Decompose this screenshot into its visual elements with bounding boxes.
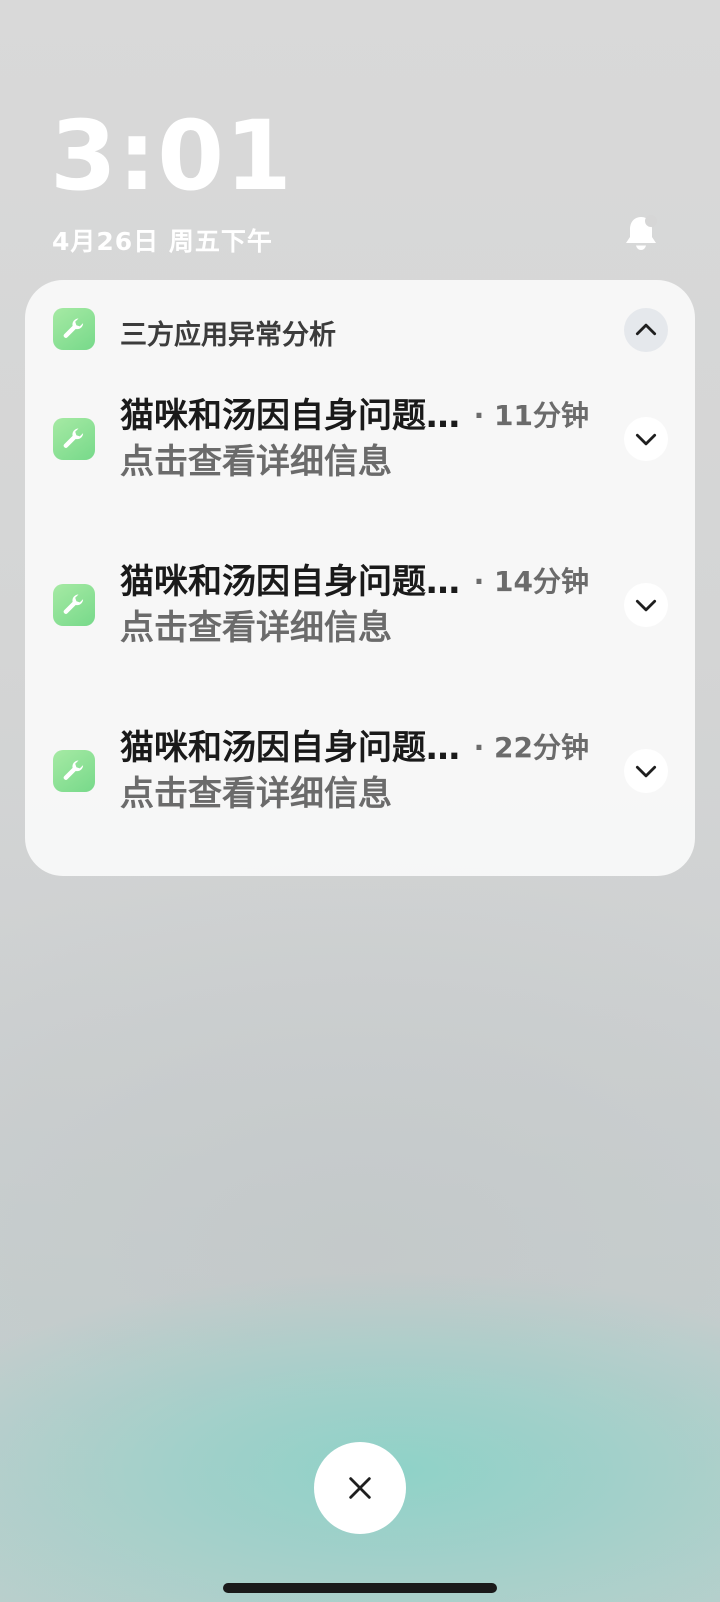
bell-icon[interactable] <box>620 212 662 254</box>
notification-title: 猫咪和汤因自身问题停止运行 <box>120 562 460 602</box>
notification-body: 点击查看详细信息 <box>120 608 392 648</box>
notification-time: · 11分钟 <box>473 399 589 432</box>
lockscreen-date: 4月26日 周五下午 <box>52 227 273 256</box>
notification-group-card[interactable]: 三方应用异常分析 猫咪和汤因自身问题停止运行 · 11分钟 点击查看详细信息 猫… <box>25 280 695 876</box>
close-icon <box>349 1477 371 1499</box>
notification-title: 猫咪和汤因自身问题停止运行 <box>120 396 460 436</box>
wrench-icon <box>53 418 95 460</box>
notification-body: 点击查看详细信息 <box>120 442 392 482</box>
home-indicator[interactable] <box>223 1583 497 1593</box>
chevron-down-icon <box>635 765 657 778</box>
notification-time: · 22分钟 <box>473 731 589 764</box>
expand-notification-button[interactable] <box>624 583 668 627</box>
wrench-icon <box>53 584 95 626</box>
expand-notification-button[interactable] <box>624 749 668 793</box>
expand-notification-button[interactable] <box>624 417 668 461</box>
chevron-down-icon <box>635 599 657 612</box>
clear-notifications-button[interactable] <box>314 1442 406 1534</box>
group-app-name: 三方应用异常分析 <box>120 320 336 351</box>
wrench-icon <box>53 750 95 792</box>
notification-time: · 14分钟 <box>473 565 589 598</box>
chevron-up-icon <box>635 323 657 336</box>
lockscreen-clock: 3:01 <box>50 100 293 212</box>
chevron-down-icon <box>635 433 657 446</box>
collapse-group-button[interactable] <box>624 308 668 352</box>
wrench-icon <box>53 308 95 350</box>
notification-body: 点击查看详细信息 <box>120 774 392 814</box>
notification-title: 猫咪和汤因自身问题停止运行 <box>120 728 460 768</box>
